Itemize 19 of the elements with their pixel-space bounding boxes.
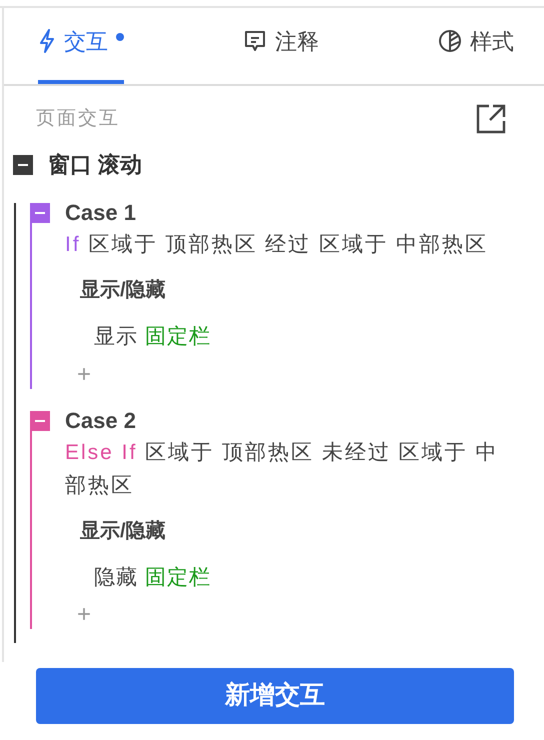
tab[interactable]: 样式 (438, 6, 514, 84)
external-link-icon[interactable] (476, 104, 506, 134)
action-detail[interactable]: 隐藏 固定栏 (94, 562, 211, 593)
section-title: 页面交互 (36, 106, 120, 131)
tab[interactable]: 交互 (38, 6, 124, 84)
collapse-icon[interactable] (13, 154, 33, 174)
case-condition: If 区域于 顶部热区 经过 区域于 中部热区 (65, 232, 489, 258)
event-title[interactable]: 窗口 滚动 (48, 148, 142, 181)
lightning-icon (38, 29, 56, 53)
action-title[interactable]: 显示/隐藏 (80, 275, 166, 305)
case-title[interactable]: Case 1 (65, 200, 136, 226)
action-detail[interactable]: 显示 固定栏 (94, 321, 211, 352)
add-interaction-button[interactable]: 新增交互 (36, 668, 514, 724)
action-title[interactable]: 显示/隐藏 (80, 516, 166, 546)
case-title[interactable]: Case 2 (65, 408, 136, 434)
leaf-icon (438, 29, 462, 53)
case-condition: Else If 区域于 顶部热区 未经过 区域于 中部热区 (65, 440, 500, 498)
tab[interactable]: 注释 (243, 6, 319, 84)
comment-icon (243, 29, 267, 53)
